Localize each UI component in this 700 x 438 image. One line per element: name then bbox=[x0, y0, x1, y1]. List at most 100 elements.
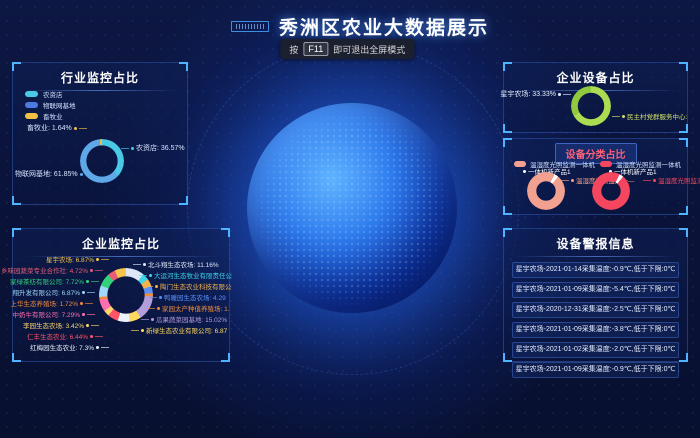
callout-dot bbox=[653, 179, 656, 182]
logo-badge bbox=[231, 21, 269, 32]
callout-line bbox=[131, 330, 139, 331]
header: 秀洲区农业大数据展示 bbox=[10, 13, 700, 40]
device-donut-chart[interactable] bbox=[571, 86, 611, 126]
callout-label: 瓜果蔬菜园基地: 15.02% bbox=[156, 314, 227, 324]
callout-line bbox=[149, 297, 157, 298]
callout-line bbox=[147, 308, 155, 309]
panel-title: 企业设备占比 bbox=[504, 63, 687, 86]
callout-dot bbox=[131, 147, 134, 150]
callout-label: 仁丰生态农业: 6.44% bbox=[27, 331, 88, 341]
callout-label: 鸭暖园生态农场: 4.29 bbox=[164, 292, 226, 302]
alarm-row: 星宇农场-2021-01-09采集温度:-3.8℃,低于下限:0℃ bbox=[512, 322, 679, 338]
callout-label: 陶门生态农业科技有限公 bbox=[160, 281, 232, 291]
callout: 家绿茶纺有限公司: 7.72% bbox=[10, 276, 99, 286]
callout-dot bbox=[80, 302, 83, 305]
alarm-list: 星宇农场-2021-01-14采集温度:-0.9℃,低于下限:0℃ 星宇农场-2… bbox=[504, 262, 687, 378]
callout-dot bbox=[523, 170, 526, 173]
dashboard-root: 秀洲区农业大数据展示 按 F11 即可退出全屏模式 行业监控占比 农资店 物联网… bbox=[0, 0, 700, 438]
callout-label: 翔升发有限公司: 6.87% bbox=[12, 287, 80, 297]
callout-line bbox=[91, 281, 99, 282]
callout-dot bbox=[74, 127, 77, 130]
fullscreen-hint: 按 F11 即可退出全屏模式 bbox=[280, 39, 414, 59]
callout-dot bbox=[143, 263, 146, 266]
legend-label: 农资店 bbox=[43, 89, 63, 99]
callout-line bbox=[101, 259, 109, 260]
callout: 上华生态养殖场: 1.72% bbox=[10, 298, 93, 308]
callout-line bbox=[85, 303, 93, 304]
callout-dot bbox=[96, 258, 99, 261]
callout-line bbox=[95, 336, 103, 337]
callout-dot bbox=[558, 93, 561, 96]
callout-label: 红梅园生态农业: 7.3% bbox=[30, 342, 94, 352]
callout-label: 畜牧业: 1.64% bbox=[27, 123, 72, 133]
class-donut-left[interactable] bbox=[527, 172, 565, 210]
callout: 瓜果蔬菜园基地: 15.02% bbox=[141, 314, 227, 324]
alarm-row: 星宇农场-2021-01-14采集温度:-0.9℃,低于下限:0℃ bbox=[512, 262, 679, 278]
callout-line bbox=[95, 270, 103, 271]
callout-line bbox=[91, 325, 99, 326]
alarm-row: 星宇农场-2020-12-31采集温度:-2.5℃,低于下限:0℃ bbox=[512, 302, 679, 318]
legend-swatch bbox=[25, 91, 38, 97]
callout-dot bbox=[151, 318, 154, 321]
class-donut-right[interactable] bbox=[592, 172, 630, 210]
callout-label: 温湿度光照监测一— bbox=[658, 175, 700, 185]
callout: 星宇农场: 6.87% bbox=[46, 254, 109, 264]
panel-alarm-info: 设备警报信息 星宇农场-2021-01-14采集温度:-0.9℃,低于下限:0℃… bbox=[503, 228, 688, 362]
callout: 红梅园生态农业: 7.3% bbox=[30, 342, 109, 352]
alarm-row: 星宇农场-2021-01-09采集温度:-5.4℃,低于下限:0℃ bbox=[512, 282, 679, 298]
legend-item[interactable]: 农资店 bbox=[25, 88, 76, 99]
legend-item[interactable]: 物联网基地 bbox=[25, 99, 76, 110]
callout-dot bbox=[571, 179, 574, 182]
callout: 鸭暖园生态农场: 4.29 bbox=[149, 292, 226, 302]
callout: 大运河生态牧业有限责任公 bbox=[139, 270, 232, 280]
callout-line bbox=[563, 94, 571, 95]
callout: 民主村党群服务中心: bbox=[612, 111, 687, 121]
callout-label: 物联网基地: 61.85% bbox=[15, 169, 78, 179]
callout-line bbox=[612, 116, 620, 117]
alarm-row: 星宇农场-2021-01-02采集温度:-2.0℃,低于下限:0℃ bbox=[512, 342, 679, 358]
callout-label: 星宇农场: 33.33% bbox=[500, 89, 556, 99]
callout-dot bbox=[90, 269, 93, 272]
callout-label: 星宇农场: 6.87% bbox=[46, 254, 94, 264]
callout-label: 中奶牛有限公司: 7.29% bbox=[12, 309, 80, 319]
callout-label: 李园生态农场: 3.42% bbox=[23, 320, 84, 330]
legend-swatch bbox=[25, 113, 38, 119]
callout: 陶门生态农业科技有限公 bbox=[145, 281, 232, 291]
callout-line bbox=[141, 319, 149, 320]
legend-label: 畜牧业 bbox=[43, 111, 63, 121]
hint-suffix: 即可退出全屏模式 bbox=[333, 43, 405, 56]
callout-dot bbox=[157, 307, 160, 310]
callout-dot bbox=[155, 285, 158, 288]
callout: 家园太产种值养殖场: 1. bbox=[147, 303, 230, 313]
callout-dot bbox=[141, 329, 144, 332]
callout-line bbox=[643, 180, 651, 181]
hint-prefix: 按 bbox=[289, 43, 298, 56]
callout-label: 民主村党群服务中心: bbox=[627, 111, 687, 121]
callout: 畜牧业: 1.64% bbox=[27, 123, 87, 133]
panel-title: 设备警报信息 bbox=[504, 229, 687, 252]
callout-line bbox=[79, 128, 87, 129]
callout-label: 北斗翔生态农场: 11.16% bbox=[148, 259, 219, 269]
panel-title: 行业监控占比 bbox=[13, 63, 187, 86]
callout: 翔升发有限公司: 6.87% bbox=[12, 287, 95, 297]
callout-dot bbox=[96, 346, 99, 349]
legend-item[interactable]: 畜牧业 bbox=[25, 110, 76, 121]
callout-dot bbox=[82, 291, 85, 294]
callout-dot bbox=[159, 296, 162, 299]
callout: 农资店: 36.57% bbox=[121, 143, 185, 153]
panel-industry-monitor: 行业监控占比 农资店 物联网基地 畜牧业 畜牧业: 1.64% bbox=[12, 62, 188, 205]
callout: 物联网基地: 61.85% bbox=[15, 169, 93, 179]
industry-legend: 农资店 物联网基地 畜牧业 bbox=[25, 88, 76, 121]
title-divider bbox=[514, 256, 677, 257]
callout-line bbox=[133, 264, 141, 265]
panel-device-class: 设备分类占比 温湿度光照监测一体机 一体机新产品1 温湿度光照监测一— 温湿度光… bbox=[503, 138, 688, 215]
callout: 中奶牛有限公司: 7.29% bbox=[12, 309, 95, 319]
callout-dot bbox=[86, 280, 89, 283]
callout: 李园生态农场: 3.42% bbox=[23, 320, 99, 330]
f11-keycap: F11 bbox=[303, 42, 328, 56]
callout: 温湿度光照监测一— bbox=[643, 175, 700, 185]
panel-enterprise-monitor: 企业监控占比 星宇农场: 6.87% 乡味园蔬菜专业合作社: 4.72% 家绿茶… bbox=[12, 228, 230, 362]
callout-label: 乡味园蔬菜专业合作社: 4.72% bbox=[1, 265, 88, 275]
callout-line bbox=[139, 275, 147, 276]
callout-dot bbox=[90, 335, 93, 338]
